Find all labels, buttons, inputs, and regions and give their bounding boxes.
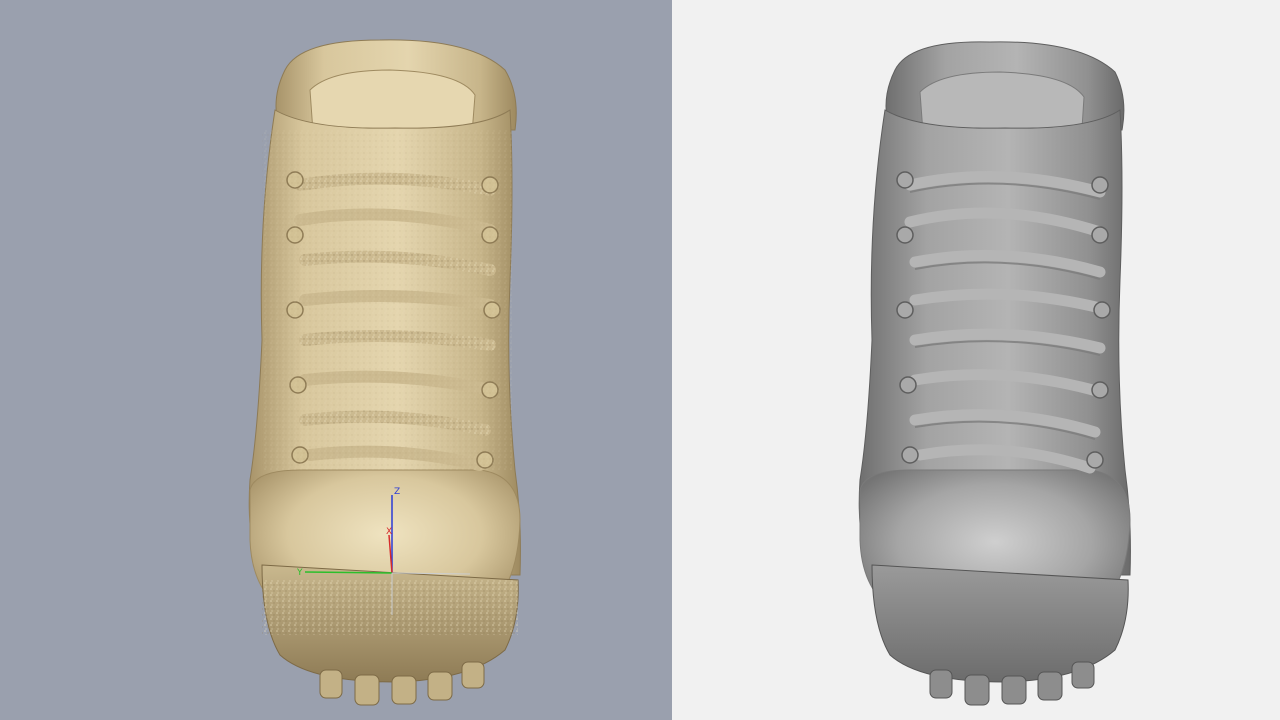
- sole-texture: [262, 580, 518, 635]
- scan-canvas[interactable]: Z X Y: [0, 0, 672, 720]
- viewport-scan[interactable]: Z X Y: [0, 0, 672, 720]
- scan-boot-model[interactable]: [248, 39, 521, 706]
- z-axis-label: Z: [394, 487, 400, 497]
- upper-texture: [262, 130, 512, 470]
- mesh-canvas[interactable]: [672, 0, 1280, 720]
- y-axis-line: [304, 571, 393, 574]
- app-root: Z X Y: [0, 0, 1280, 720]
- viewport-mesh[interactable]: [672, 0, 1280, 720]
- x-axis-label: X: [386, 527, 392, 537]
- mesh-boot-model[interactable]: [858, 41, 1131, 706]
- y-axis-label: Y: [296, 568, 303, 578]
